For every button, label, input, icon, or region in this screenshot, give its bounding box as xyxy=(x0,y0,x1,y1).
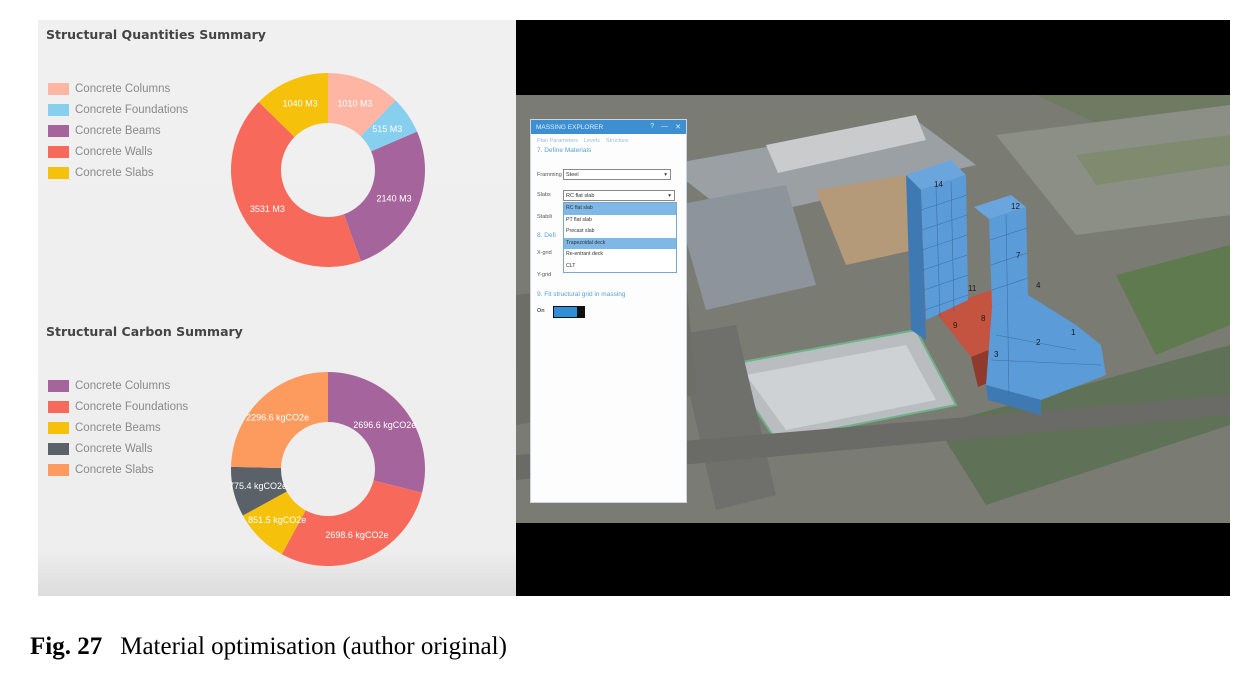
carbon-title: Structural Carbon Summary xyxy=(46,324,243,339)
minimize-icon[interactable]: — xyxy=(661,123,668,131)
legend-item-q-4[interactable]: Concrete Slabs xyxy=(48,162,188,183)
legend-swatch xyxy=(48,379,69,392)
donut-label-c-0: 2696.6 kgCO2e xyxy=(353,420,416,430)
level-label-6: 4 xyxy=(1036,281,1041,290)
slab-option-5[interactable]: CLT xyxy=(564,261,676,273)
figure-frame: Structural Quantities Summary Concrete C… xyxy=(38,20,1230,596)
framing-select[interactable]: Steel ▾ xyxy=(563,169,671,180)
legend-swatch xyxy=(48,145,69,158)
legend-swatch xyxy=(48,82,69,95)
slab-option-0[interactable]: RC flat slab xyxy=(564,203,676,215)
level-label-1: 12 xyxy=(1011,202,1020,211)
donut-label-c-4: 2296.6 kgCO2e xyxy=(246,413,309,423)
slabs-select[interactable]: RC flat slab ▾ xyxy=(563,190,675,201)
donut-label-q-3: 3531 M3 xyxy=(250,204,285,214)
donut-label-c-2: 851.5 kgCO2e xyxy=(248,515,306,525)
legend-item-c-4[interactable]: Concrete Slabs xyxy=(48,459,188,480)
legend-swatch xyxy=(48,442,69,455)
quantities-donut-chart: 1010 M3 515 M3 2140 M3 3531 M3 1040 M3 xyxy=(230,73,425,267)
level-label-2: 11 xyxy=(968,284,977,293)
legend-label: Concrete Columns xyxy=(75,82,171,95)
legend-item-c-0[interactable]: Concrete Columns xyxy=(48,375,188,396)
slabs-value: RC flat slab xyxy=(566,193,595,199)
legend-item-c-3[interactable]: Concrete Walls xyxy=(48,438,188,459)
toggle-label: On xyxy=(537,308,545,314)
donut-slice-c-0[interactable] xyxy=(328,372,425,493)
legend-label: Concrete Walls xyxy=(75,145,153,158)
level-label-0: 14 xyxy=(934,180,943,189)
slab-option-1[interactable]: PT flat slab xyxy=(564,215,676,227)
legend-swatch xyxy=(48,463,69,476)
framing-value: Steel xyxy=(566,172,579,178)
legend-label: Concrete Slabs xyxy=(75,463,154,476)
donut-label-q-0: 1010 M3 xyxy=(338,98,373,108)
level-label-5: 7 xyxy=(1016,251,1021,260)
figure-caption: Fig. 27 Material optimisation (author ori… xyxy=(30,633,507,661)
framing-label: Framming xyxy=(537,172,562,178)
legend-swatch xyxy=(48,421,69,434)
donut-label-q-4: 1040 M3 xyxy=(283,99,318,109)
slabs-dropdown-list[interactable]: RC flat slab PT flat slab Precast slab Trap… xyxy=(563,202,677,273)
slab-option-2[interactable]: Precast slab xyxy=(564,226,676,238)
donut-label-c-1: 2698.6 kgCO2e xyxy=(325,530,388,540)
legend-swatch xyxy=(48,400,69,413)
define-materials-heading: 7. Define Materials xyxy=(537,147,592,154)
tab-plan-parameters[interactable]: Plan Parameters xyxy=(537,138,578,144)
massing-explorer-window[interactable]: MASSING EXPLORER ? — ✕ Plan Parameters L… xyxy=(530,119,687,503)
legend-item-q-0[interactable]: Concrete Columns xyxy=(48,78,188,99)
legend-item-c-2[interactable]: Concrete Beams xyxy=(48,417,188,438)
quantities-legend: Concrete Columns Concrete Foundations Conc… xyxy=(48,78,188,183)
legend-label: Concrete Beams xyxy=(75,421,161,434)
legend-item-q-2[interactable]: Concrete Beams xyxy=(48,120,188,141)
legend-item-q-1[interactable]: Concrete Foundations xyxy=(48,99,188,120)
legend-swatch xyxy=(48,166,69,179)
ygrid-label: Y-grid xyxy=(537,272,552,278)
stability-label: Stabili xyxy=(537,214,552,220)
define-grid-heading: 8. Defi xyxy=(537,232,556,239)
donut-label-c-3: 775.4 kgCO2e xyxy=(229,481,287,491)
level-label-9: 1 xyxy=(1071,328,1076,337)
toggle-knob[interactable] xyxy=(577,307,584,317)
level-label-8: 2 xyxy=(1036,338,1041,347)
level-label-7: 3 xyxy=(994,350,999,359)
aerial-3d-scene: 14 12 11 9 8 7 4 3 2 1 MASSING EXPLORER ? — ✕ Pla… xyxy=(516,95,1230,523)
close-icon[interactable]: ✕ xyxy=(675,123,681,131)
chevron-down-icon: ▾ xyxy=(668,193,671,199)
chevron-down-icon: ▾ xyxy=(664,172,667,178)
legend-label: Concrete Foundations xyxy=(75,400,189,413)
legend-item-q-3[interactable]: Concrete Walls xyxy=(48,141,188,162)
legend-label: Concrete Walls xyxy=(75,442,153,455)
level-label-3: 9 xyxy=(953,321,958,330)
legend-swatch xyxy=(48,103,69,116)
legend-item-c-1[interactable]: Concrete Foundations xyxy=(48,396,188,417)
figure-number: Fig. 27 xyxy=(30,633,103,660)
video-viewport: 14 12 11 9 8 7 4 3 2 1 MASSING EXPLORER ? — ✕ Pla… xyxy=(516,20,1230,596)
legend-label: Concrete Slabs xyxy=(75,166,154,179)
quantities-title: Structural Quantities Summary xyxy=(46,27,266,42)
carbon-donut-chart: 2696.6 kgCO2e 2698.6 kgCO2e 851.5 kgCO2e 77… xyxy=(229,372,425,566)
help-icon[interactable]: ? xyxy=(650,123,654,131)
xgrid-label: X-grid xyxy=(537,250,552,256)
donut-label-q-1: 515 M3 xyxy=(372,124,402,134)
level-label-4: 8 xyxy=(981,314,986,323)
slab-option-4[interactable]: Re-entrant deck xyxy=(564,249,676,261)
tab-structure[interactable]: Structure xyxy=(606,138,628,144)
slab-option-3[interactable]: Trapezoidal deck xyxy=(564,237,676,249)
explorer-tabs: Plan Parameters Levels Structure xyxy=(531,134,686,144)
legend-label: Concrete Foundations xyxy=(75,103,189,116)
legend-label: Concrete Columns xyxy=(75,379,171,392)
fit-grid-toggle[interactable] xyxy=(553,306,585,318)
explorer-title: MASSING EXPLORER xyxy=(536,123,604,131)
explorer-titlebar[interactable]: MASSING EXPLORER ? — ✕ xyxy=(531,120,686,134)
figure-caption-text: Material optimisation (author original) xyxy=(120,633,507,660)
legend-swatch xyxy=(48,124,69,137)
dashboard-panel: Structural Quantities Summary Concrete C… xyxy=(38,20,516,596)
slabs-label: Slabs xyxy=(537,192,551,198)
donut-label-q-2: 2140 M3 xyxy=(377,194,412,204)
fit-grid-heading: 9. Fit structural grid in massing xyxy=(537,291,626,298)
carbon-legend: Concrete Columns Concrete Foundations Conc… xyxy=(48,375,188,480)
tab-levels[interactable]: Levels xyxy=(584,138,600,144)
legend-label: Concrete Beams xyxy=(75,124,161,137)
